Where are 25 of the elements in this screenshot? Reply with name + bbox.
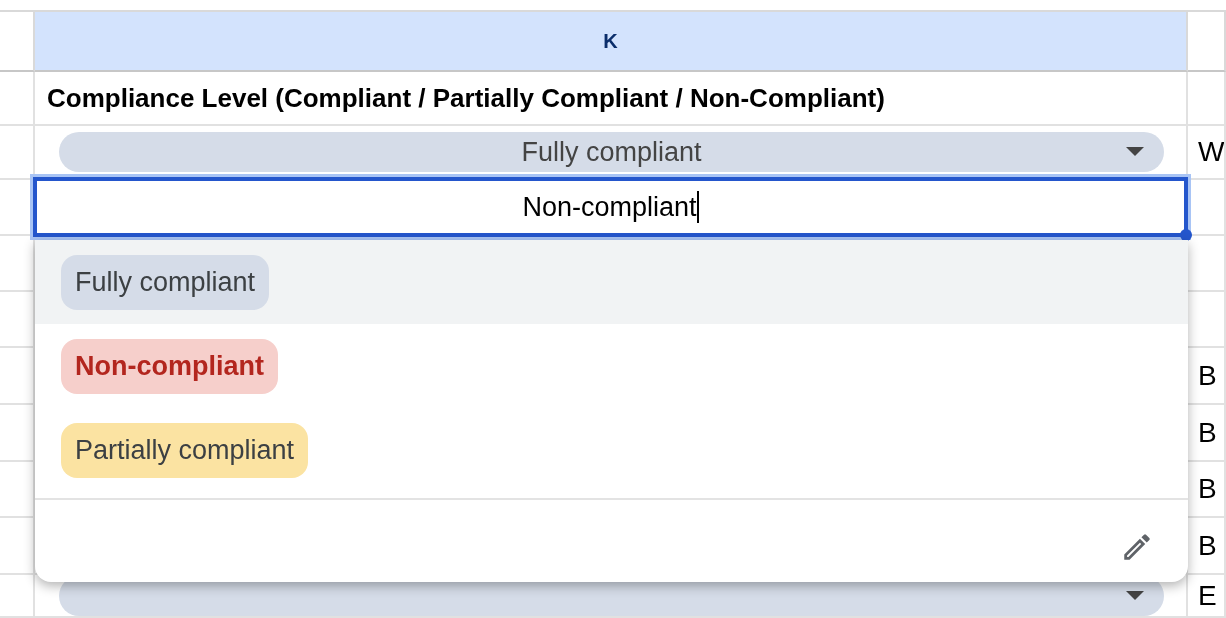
table-cell <box>1188 236 1226 292</box>
table-cell: B <box>1188 405 1226 462</box>
table-cell: B <box>1188 462 1226 518</box>
caret-icon <box>1126 147 1144 157</box>
dropdown-chip[interactable]: Fully compliant <box>59 132 1164 172</box>
table-cell: B <box>1188 348 1226 405</box>
header-cell: Compliance Level (Compliant / Partially Compliant / Non-Compliant) <box>35 72 1188 126</box>
menu-option[interactable]: Partially compliant <box>35 408 1188 492</box>
caret-icon <box>1126 590 1144 601</box>
menu-option[interactable]: Fully compliant <box>35 240 1188 324</box>
table-cell <box>0 72 35 126</box>
chip-label: Fully compliant <box>521 136 702 168</box>
editor-text: Non-compliant <box>522 191 697 223</box>
option-chip[interactable]: Partially compliant <box>61 422 309 478</box>
menu-option[interactable]: Non-compliant <box>35 324 1188 408</box>
table-cell: W <box>1188 126 1226 180</box>
table-cell: E <box>1188 575 1226 618</box>
fill-handle[interactable] <box>1180 229 1192 241</box>
column-header[interactable]: K <box>35 12 1188 72</box>
option-chip[interactable]: Non-compliant <box>61 338 278 394</box>
option-chip[interactable]: Fully compliant <box>61 254 270 310</box>
column-header[interactable] <box>1188 12 1226 72</box>
table-cell: B <box>1188 518 1226 575</box>
column-header[interactable] <box>0 12 35 72</box>
table-cell <box>1188 72 1226 126</box>
